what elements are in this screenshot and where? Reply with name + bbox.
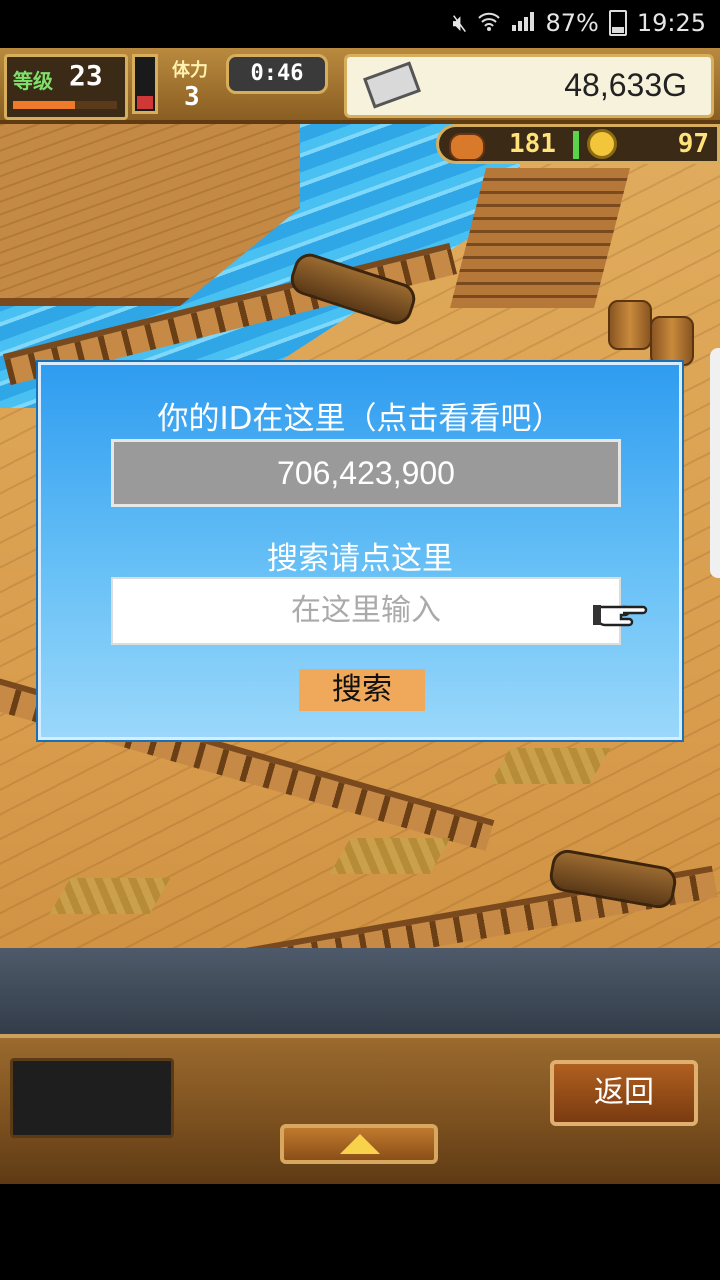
wood-count: 181 bbox=[509, 129, 556, 159]
resource-gauge bbox=[573, 131, 579, 159]
stamina-gauge bbox=[132, 54, 158, 114]
search-title: 搜索请点这里 bbox=[267, 541, 453, 577]
dialog-title: 你的ID在这里（点击看看吧） bbox=[157, 401, 563, 437]
silver-bar-icon bbox=[363, 61, 421, 109]
deck-hatch bbox=[329, 838, 451, 874]
stamina-value: 3 bbox=[184, 82, 200, 112]
friend-search-dialog: 你的ID在这里（点击看看吧） 706,423,900 搜索请点这里 在这里输入 … bbox=[38, 362, 682, 740]
stamina-fill bbox=[137, 95, 153, 109]
barrel bbox=[608, 300, 652, 350]
deck-hatch bbox=[489, 748, 611, 784]
up-arrow-icon bbox=[340, 1134, 380, 1154]
stamina-label: 体力 bbox=[172, 60, 208, 81]
battery-icon bbox=[608, 10, 627, 36]
item-slot[interactable] bbox=[10, 1058, 174, 1138]
top-hud: 等级 23 体力 3 0:46 48,633G bbox=[0, 48, 720, 124]
gold-value: 48,633G bbox=[564, 67, 687, 103]
xp-bar bbox=[13, 101, 117, 109]
battery-percent: 87% bbox=[545, 9, 599, 37]
player-id-box[interactable]: 706,423,900 bbox=[111, 439, 621, 507]
barrel bbox=[650, 316, 694, 366]
search-input[interactable]: 在这里输入 bbox=[111, 577, 621, 645]
level-value: 23 bbox=[69, 59, 103, 92]
ship-hull bbox=[0, 948, 720, 1048]
gold-display: 48,633G bbox=[344, 54, 714, 118]
clock: 19:25 bbox=[636, 9, 706, 37]
signal-icon bbox=[511, 9, 535, 37]
coin-icon bbox=[587, 129, 617, 159]
stamina-indicator: 体力 3 bbox=[168, 54, 228, 114]
search-button[interactable]: 搜索 bbox=[299, 669, 425, 711]
bottom-bar: 返回 bbox=[0, 1034, 720, 1184]
level-label: 等级 bbox=[13, 69, 53, 93]
status-bar: 🔇︎ 87% 19:25 bbox=[0, 0, 720, 48]
mute-icon: 🔇︎ bbox=[452, 9, 468, 37]
deck-hatch bbox=[49, 878, 171, 914]
wifi-icon bbox=[477, 9, 501, 37]
level-indicator: 等级 23 bbox=[4, 54, 128, 120]
coin-count: 97 bbox=[677, 129, 709, 159]
xp-fill bbox=[13, 101, 76, 109]
resource-bar: 181 97 bbox=[436, 124, 720, 164]
wood-icon bbox=[449, 133, 485, 161]
stamina-timer: 0:46 bbox=[226, 54, 328, 94]
back-button[interactable]: 返回 bbox=[550, 1060, 698, 1126]
side-pull-tab[interactable] bbox=[710, 348, 720, 578]
expand-menu-button[interactable] bbox=[280, 1124, 438, 1164]
pointing-hand-icon bbox=[593, 605, 648, 627]
